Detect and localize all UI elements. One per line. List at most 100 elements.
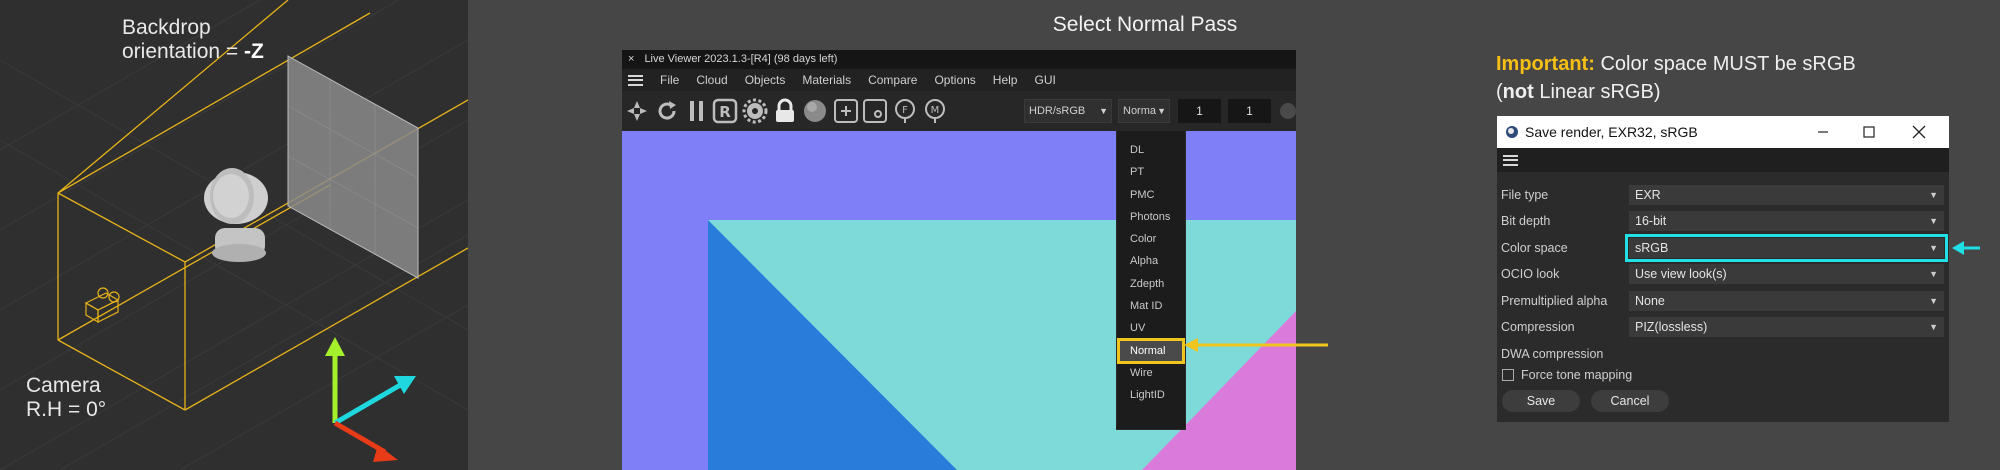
spin-field-1[interactable]: 1 [1178,99,1221,123]
material-picker-icon[interactable]: M [922,98,948,124]
chevron-down-icon: ▼ [1929,269,1938,279]
save-render-menubar [1497,148,1949,172]
save-render-titlebar: Save render, EXR32, sRGB [1497,116,1949,148]
minimize-icon[interactable] [1801,116,1845,148]
spin-field-2[interactable]: 1 [1228,99,1271,123]
chevron-down-icon: ▼ [1929,296,1938,306]
live-viewer-titlebar: × Live Viewer 2023.1.3-[R4] (98 days lef… [622,50,1296,69]
menu-options[interactable]: Options [934,73,975,87]
pass-item-lightid[interactable]: LightID [1117,384,1185,406]
focus-picker-letter: F [902,105,908,116]
film-region-icon[interactable] [862,98,888,124]
color-space-label: Color space [1501,241,1568,255]
close-icon[interactable] [1897,116,1941,148]
send-scene-icon[interactable] [624,98,650,124]
pass-item-color[interactable]: Color [1117,228,1185,250]
pass-item-uv[interactable]: UV [1117,317,1185,339]
important-note: Important: Color space MUST be sRGB (not… [1496,53,1856,103]
menu-objects[interactable]: Objects [745,73,786,87]
color-space-select[interactable]: sRGB ▼ [1625,234,1948,262]
add-region-icon[interactable] [833,98,859,124]
force-tone-mapping-row: Force tone mapping [1497,363,1949,387]
bit-depth-label: Bit depth [1501,214,1551,228]
pass-item-mat-id[interactable]: Mat ID [1117,295,1185,317]
compression-row: Compression PIZ(lossless) ▼ [1497,315,1949,339]
normal-pointer-arrow [1184,338,1328,352]
not-keyword: not [1502,81,1534,103]
lock-icon[interactable] [772,98,798,124]
colorspace-select-value: HDR/sRGB [1029,105,1086,117]
premultiplied-alpha-select[interactable]: None ▼ [1629,291,1944,311]
render-pass-select-value: Norma [1123,105,1157,117]
app-logo-icon [1506,126,1518,138]
status-dot-icon [1280,103,1296,119]
live-viewer-title: Live Viewer 2023.1.3-[R4] (98 days left) [644,53,838,65]
settings-gear-icon[interactable] [742,98,768,124]
close-icon[interactable]: × [628,50,634,69]
pass-item-wire[interactable]: Wire [1117,362,1185,384]
material-ball-icon[interactable] [802,98,828,124]
force-tone-mapping-checkbox[interactable] [1502,369,1514,381]
maximize-icon[interactable] [1847,116,1891,148]
refresh-icon[interactable] [654,98,680,124]
pause-icon[interactable] [684,98,710,124]
camera-icon [84,287,120,324]
axis-gizmo [325,337,416,462]
region-render-letter: R [719,103,731,121]
pass-item-alpha[interactable]: Alpha [1117,250,1185,272]
ocio-look-row: OCIO look Use view look(s) ▼ [1497,262,1949,286]
chevron-down-icon: ▼ [1157,106,1166,116]
render-viewport[interactable] [622,131,1296,470]
menu-cloud[interactable]: Cloud [696,73,727,87]
live-viewer-window: × Live Viewer 2023.1.3-[R4] (98 days lef… [622,50,1296,470]
color-space-row: Color space sRGB ▼ [1497,234,1949,262]
render-pass-dropdown: DL PT PMC Photons Color Alpha Zdepth Mat… [1116,130,1186,430]
save-render-dialog: Save render, EXR32, sRGB File type EXR ▼ … [1497,116,1949,422]
pass-item-photons[interactable]: Photons [1117,206,1185,228]
pass-item-normal[interactable]: Normal [1117,337,1185,364]
menu-compare[interactable]: Compare [868,73,917,87]
hamburger-menu-icon[interactable] [1503,154,1518,166]
menu-file[interactable]: File [660,73,679,87]
menu-materials[interactable]: Materials [802,73,851,87]
pass-item-zdepth[interactable]: Zdepth [1117,273,1185,295]
page: Backdrop orientation = -Z Camera R.H = 0… [0,0,2000,470]
chevron-down-icon: ▼ [1929,216,1938,226]
region-render-icon[interactable]: R [712,98,738,124]
save-button[interactable]: Save [1502,390,1580,412]
pass-item-pmc[interactable]: PMC [1117,184,1185,206]
ocio-look-select[interactable]: Use view look(s) ▼ [1629,264,1944,284]
colorspace-select[interactable]: HDR/sRGB ▼ [1024,99,1112,123]
material-picker-letter: M [931,105,940,116]
cancel-button[interactable]: Cancel [1591,390,1669,412]
scene-illustration-panel: Backdrop orientation = -Z Camera R.H = 0… [0,0,468,470]
save-render-title: Save render, EXR32, sRGB [1525,124,1698,140]
chevron-down-icon: ▼ [1929,190,1938,200]
focus-picker-icon[interactable]: F [892,98,918,124]
camera-rotation-label: Camera R.H = 0° [26,374,107,421]
render-pass-select[interactable]: Norma ▼ [1118,99,1170,123]
bit-depth-row: Bit depth 16-bit ▼ [1497,209,1949,233]
compression-select[interactable]: PIZ(lossless) ▼ [1629,317,1944,337]
color-space-pointer-arrow [1952,241,1980,255]
pass-item-dl[interactable]: DL [1117,139,1185,161]
premultiplied-alpha-label: Premultiplied alpha [1501,294,1608,308]
menu-gui[interactable]: GUI [1034,73,1055,87]
pass-item-pt[interactable]: PT [1117,161,1185,183]
backdrop-orientation-label: Backdrop orientation = -Z [122,16,264,63]
file-type-label: File type [1501,188,1549,202]
step-title: Select Normal Pass [1052,13,1238,36]
compression-label: Compression [1501,320,1575,334]
chevron-down-icon: ▼ [1929,322,1938,332]
important-keyword: Important: [1496,53,1595,75]
live-viewer-menubar: File Cloud Objects Materials Compare Opt… [622,69,1296,91]
premultiplied-alpha-row: Premultiplied alpha None ▼ [1497,289,1949,313]
chevron-down-icon: ▼ [1099,106,1108,116]
chevron-down-icon: ▼ [1929,243,1938,253]
file-type-select[interactable]: EXR ▼ [1629,185,1944,205]
menu-help[interactable]: Help [993,73,1018,87]
bit-depth-select[interactable]: 16-bit ▼ [1629,211,1944,231]
head-bust [204,168,268,262]
hamburger-menu-icon[interactable] [628,74,643,86]
file-type-row: File type EXR ▼ [1497,183,1949,207]
